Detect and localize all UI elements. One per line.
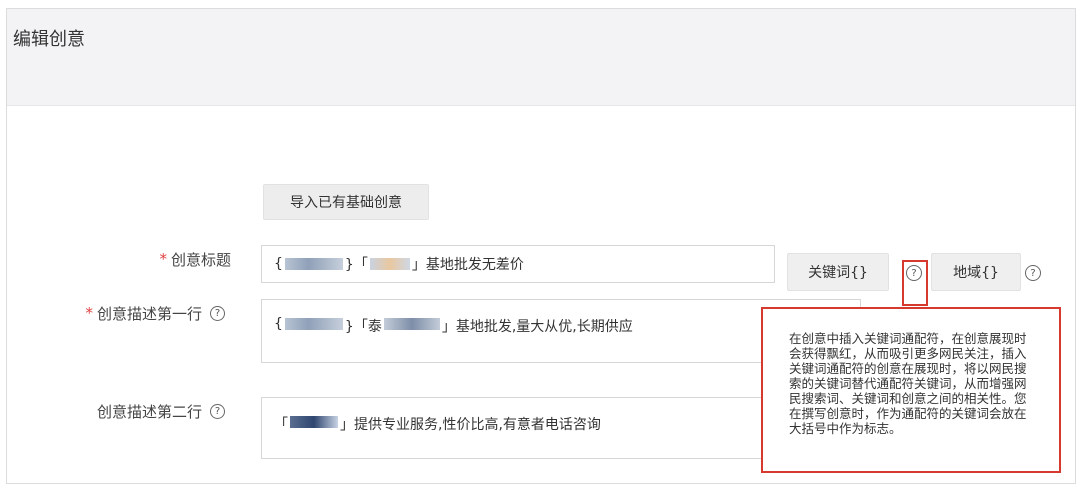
redacted-region [369,258,410,270]
region-help-icon[interactable]: ? [1025,265,1041,281]
import-existing-creative-button[interactable]: 导入已有基础创意 [263,184,429,220]
brace-open: { [274,256,283,272]
creative-title-label-text: 创意标题 [170,250,231,269]
page-title: 编辑创意 [13,29,85,50]
panel-header: 编辑创意 [7,9,1075,106]
help-icon[interactable]: ? [210,305,225,321]
description-line1-label-text: 创意描述第一行 [96,304,202,323]
keyword-wildcard-tooltip: 在创意中插入关键词通配符，在创意展现时会获得飘红，从而吸引更多网民关注，插入关键… [761,307,1061,473]
redacted-keyword [284,318,343,330]
brace-close: }「 [344,257,368,273]
description-line2-label: 创意描述第二行 ? [27,399,225,423]
creative-title-label: * 创意标题 [67,247,231,271]
description-line2-text: 」提供专业服务,性价比高,有意者电话咨询 [340,417,601,433]
edit-creative-panel: 编辑创意 导入已有基础创意 * 创意标题 { }「 」基地批发无差价 * 创意描述第… [6,8,1076,484]
redacted-region [290,416,338,428]
brace-close: }「泰 [344,319,382,335]
creative-title-input[interactable]: { }「 」基地批发无差价 [261,245,775,283]
highlight-annotation [902,260,928,306]
redacted-keyword [284,258,343,270]
description-line1-text: 」基地批发,量大从优,长期供应 [441,319,633,335]
insert-keyword-button[interactable]: 关键词{} [787,253,889,291]
redacted-region [383,318,440,330]
bracket-open: 「 [274,417,288,433]
required-mark: * [159,250,167,268]
title-text: 」基地批发无差价 [411,257,524,273]
insert-region-button[interactable]: 地域{} [931,253,1021,291]
description-line2-label-text: 创意描述第二行 [96,402,202,421]
help-icon[interactable]: ? [210,403,225,419]
brace-open: { [274,316,283,332]
description-line1-label: * 创意描述第一行 ? [27,301,225,325]
required-mark: * [85,304,93,322]
